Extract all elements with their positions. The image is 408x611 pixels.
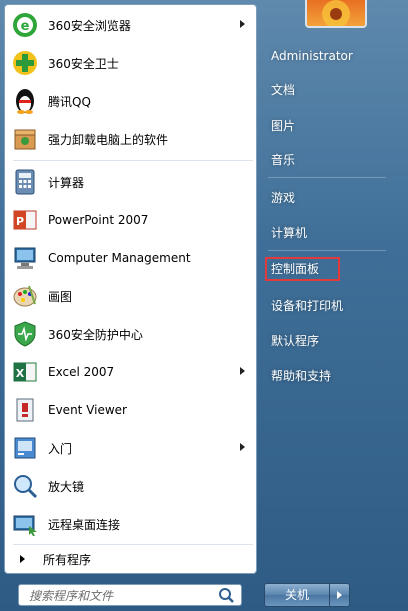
qq-penguin-icon: [10, 86, 40, 116]
program-calculator[interactable]: 计算器: [8, 164, 253, 200]
start-menu: e 360安全浏览器 360安全卫士 腾讯QQ 强力卸载电脑上的软件 计算器 P…: [0, 0, 408, 611]
magnifier-icon: [10, 471, 40, 501]
submenu-arrow-icon[interactable]: [240, 367, 245, 375]
right-item-devices-printers[interactable]: 设备和打印机: [265, 294, 383, 318]
computer-management-icon: [10, 243, 40, 273]
svg-text:X: X: [16, 367, 25, 380]
program-label: 入门: [48, 441, 73, 456]
right-item-computer[interactable]: 计算机: [265, 221, 383, 245]
program-label: 画图: [48, 289, 73, 304]
program-360-protection-center[interactable]: 360安全防护中心: [8, 316, 253, 352]
program-label: 腾讯QQ: [48, 94, 91, 109]
program-paint[interactable]: 画图: [8, 278, 253, 314]
right-separator: [268, 250, 386, 251]
submenu-arrow-icon[interactable]: [240, 443, 245, 451]
right-item-pictures[interactable]: 图片: [265, 114, 383, 138]
program-360-browser[interactable]: e 360安全浏览器: [8, 7, 253, 43]
search-icon[interactable]: [217, 586, 235, 604]
shutdown-button[interactable]: 关机: [264, 583, 330, 607]
program-qq[interactable]: 腾讯QQ: [8, 83, 253, 119]
chevron-right-icon: [337, 591, 342, 599]
getting-started-icon: [10, 433, 40, 463]
program-uninstaller[interactable]: 强力卸载电脑上的软件: [8, 121, 253, 157]
search-placeholder: 搜索程序和文件: [29, 588, 114, 603]
pinned-separator: [13, 160, 253, 161]
user-avatar[interactable]: [305, 0, 367, 28]
program-label: 放大镜: [48, 479, 85, 494]
right-item-help-support[interactable]: 帮助和支持: [265, 364, 383, 388]
right-item-documents[interactable]: 文档: [265, 78, 383, 102]
program-getting-started[interactable]: 入门: [8, 430, 253, 466]
program-360-security-guard[interactable]: 360安全卫士: [8, 45, 253, 81]
360-security-guard-icon: [10, 48, 40, 78]
svg-text:e: e: [21, 19, 30, 34]
program-remote-desktop[interactable]: 远程桌面连接: [8, 506, 253, 542]
search-input[interactable]: 搜索程序和文件: [18, 584, 242, 606]
right-item-user[interactable]: Administrator: [265, 44, 383, 68]
submenu-arrow-icon[interactable]: [240, 20, 245, 28]
program-label: Event Viewer: [48, 403, 127, 417]
right-item-default-programs[interactable]: 默认程序: [265, 329, 383, 353]
shutdown-options-button[interactable]: [330, 583, 350, 607]
program-label: 360安全卫士: [48, 56, 119, 71]
programs-panel: e 360安全浏览器 360安全卫士 腾讯QQ 强力卸载电脑上的软件 计算器 P…: [4, 4, 257, 574]
program-label: 360安全防护中心: [48, 327, 143, 342]
program-magnifier[interactable]: 放大镜: [8, 468, 253, 504]
right-item-control-panel[interactable]: 控制面板: [265, 257, 340, 281]
paint-palette-icon: [10, 281, 40, 311]
program-label: 计算器: [48, 175, 85, 190]
program-label: Computer Management: [48, 251, 191, 265]
excel-icon: X: [10, 357, 40, 387]
powerpoint-icon: P: [10, 205, 40, 235]
right-item-music[interactable]: 音乐: [265, 148, 383, 172]
program-powerpoint[interactable]: P PowerPoint 2007: [8, 202, 253, 238]
uninstall-box-icon: [10, 124, 40, 154]
flower-picture-icon: [322, 0, 350, 26]
360-browser-icon: e: [10, 10, 40, 40]
remote-desktop-icon: [10, 509, 40, 539]
event-viewer-icon: [10, 395, 40, 425]
program-label: Excel 2007: [48, 365, 115, 379]
shutdown-control: 关机: [264, 583, 354, 607]
all-programs-label: 所有程序: [43, 552, 92, 567]
all-programs-button[interactable]: 所有程序: [8, 548, 253, 570]
program-event-viewer[interactable]: Event Viewer: [8, 392, 253, 428]
program-label: 360安全浏览器: [48, 18, 131, 33]
program-excel[interactable]: X Excel 2007: [8, 354, 253, 390]
calculator-icon: [10, 167, 40, 197]
360-protection-shield-icon: [10, 319, 40, 349]
svg-text:P: P: [16, 215, 24, 228]
program-label: PowerPoint 2007: [48, 213, 149, 227]
program-label: 远程桌面连接: [48, 517, 121, 532]
right-separator: [268, 177, 386, 178]
program-computer-management[interactable]: Computer Management: [8, 240, 253, 276]
right-item-games[interactable]: 游戏: [265, 186, 383, 210]
all-programs-separator: [13, 544, 253, 545]
expand-arrow-icon: [20, 555, 25, 563]
program-label: 强力卸载电脑上的软件: [48, 132, 169, 147]
